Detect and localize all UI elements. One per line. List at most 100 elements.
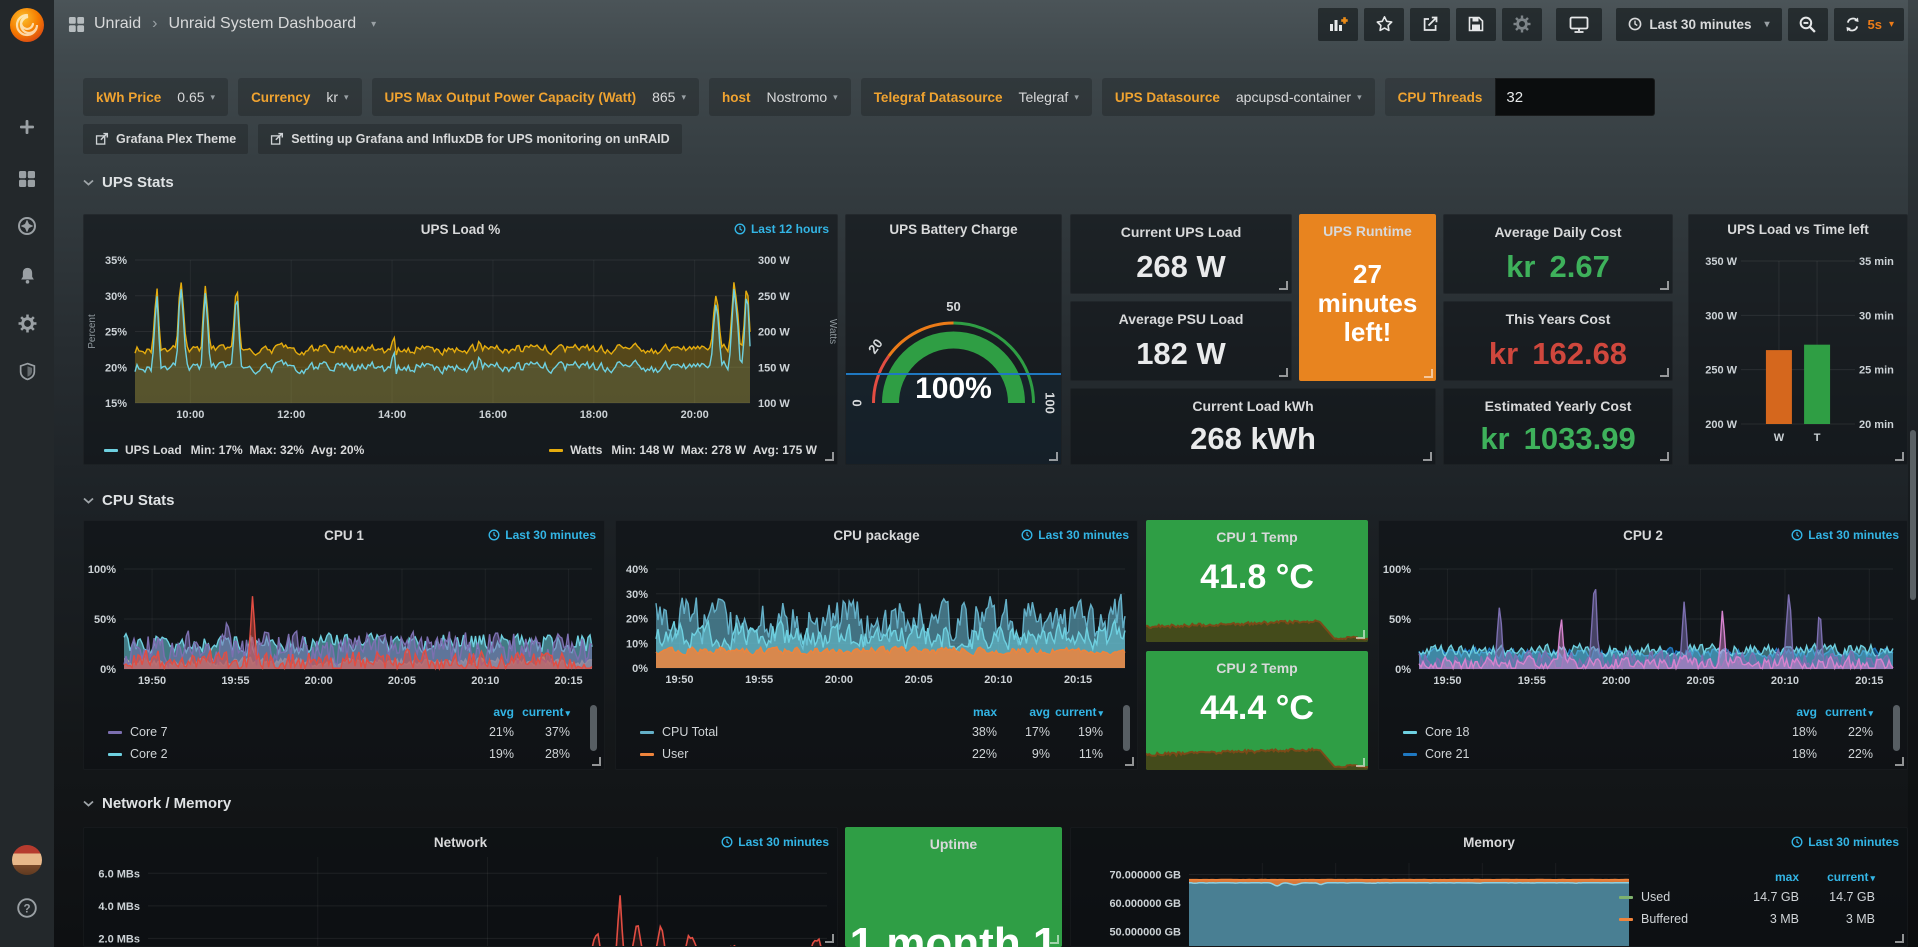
- series-name[interactable]: Core 18: [1425, 725, 1761, 739]
- save-dashboard-button[interactable]: [1456, 8, 1496, 41]
- panel-title[interactable]: CPU 1 Temp: [1146, 529, 1368, 545]
- legend-item-watts[interactable]: WattsMin: 148 W Max: 278 W Avg: 175 W: [549, 443, 817, 457]
- refresh-interval-label[interactable]: 5s: [1868, 17, 1882, 32]
- variable-value[interactable]: kr: [326, 89, 338, 105]
- panel-title[interactable]: Current Load kWh: [1071, 398, 1435, 414]
- section-network-memory[interactable]: Network / Memory: [83, 795, 231, 812]
- link-grafana-plex-theme[interactable]: Grafana Plex Theme: [83, 124, 248, 154]
- series-name[interactable]: Used: [1641, 890, 1723, 904]
- panel-time-override[interactable]: Last 30 minutes: [488, 528, 596, 542]
- zoom-out-button[interactable]: [1788, 8, 1828, 41]
- configuration-gear-icon[interactable]: [14, 310, 40, 336]
- legend-col-avg[interactable]: avg: [458, 705, 514, 719]
- variable-value[interactable]: Nostromo: [766, 89, 827, 105]
- share-dashboard-button[interactable]: [1410, 8, 1450, 41]
- legend-col-current[interactable]: current▾: [1050, 705, 1103, 719]
- panel-time-override[interactable]: Last 30 minutes: [721, 835, 829, 849]
- section-ups-stats[interactable]: UPS Stats: [83, 174, 174, 191]
- series-swatch[interactable]: [640, 731, 654, 734]
- panel-title[interactable]: UPS Load %: [84, 222, 837, 237]
- panel-time-override[interactable]: Last 30 minutes: [1791, 528, 1899, 542]
- panel-title[interactable]: Estimated Yearly Cost: [1444, 398, 1672, 414]
- series-name[interactable]: CPU Total: [662, 725, 944, 739]
- variable-telegraf-datasource[interactable]: Telegraf Datasource Telegraf: [861, 78, 1092, 116]
- legend-col-max[interactable]: max: [1723, 870, 1799, 884]
- dashboards-icon[interactable]: [14, 166, 40, 192]
- scrollbar-thumb[interactable]: [1910, 430, 1916, 600]
- legend-item-ups-load[interactable]: UPS LoadMin: 17% Max: 32% Avg: 20%: [104, 443, 364, 457]
- panel-title[interactable]: UPS Load vs Time left: [1689, 222, 1907, 237]
- panel-title[interactable]: Average Daily Cost: [1444, 224, 1672, 240]
- series-name[interactable]: User: [662, 747, 944, 761]
- variable-ups-datasource[interactable]: UPS Datasource apcupsd-container: [1102, 78, 1375, 116]
- series-name[interactable]: Core 7: [130, 725, 458, 739]
- ups-load-chart[interactable]: 10:0012:0014:0016:0018:0020:0035%30%25%2…: [84, 215, 837, 464]
- add-panel-button[interactable]: [1318, 8, 1358, 41]
- legend-scrollbar[interactable]: [590, 705, 597, 751]
- user-avatar[interactable]: [12, 845, 42, 875]
- variable-value[interactable]: 865: [652, 89, 675, 105]
- legend-scrollbar[interactable]: [1123, 705, 1130, 751]
- variable-host[interactable]: host Nostromo: [709, 78, 851, 116]
- legend-col-current[interactable]: current▾: [1799, 870, 1875, 884]
- grafana-logo-icon[interactable]: [10, 8, 44, 42]
- page-scrollbar[interactable]: [1908, 0, 1918, 947]
- legend-scrollbar[interactable]: [1893, 705, 1900, 751]
- series-swatch[interactable]: [108, 731, 122, 734]
- series-swatch[interactable]: [640, 753, 654, 756]
- series-swatch[interactable]: [1403, 731, 1417, 734]
- battery-gauge[interactable]: 02050100: [846, 243, 1061, 443]
- breadcrumb[interactable]: Unraid Unraid System Dashboard: [68, 15, 376, 33]
- legend-value: 38%: [944, 725, 997, 739]
- refresh-button[interactable]: 5s: [1834, 8, 1905, 41]
- panel-title[interactable]: CPU 2 Temp: [1146, 660, 1368, 676]
- panel-title[interactable]: Average PSU Load: [1071, 311, 1291, 327]
- variable-ups-max-output[interactable]: UPS Max Output Power Capacity (Watt) 865: [372, 78, 699, 116]
- panel-titlebar[interactable]: UPS Load % Last 12 hours: [84, 215, 837, 241]
- cpu-threads-input[interactable]: [1495, 78, 1655, 116]
- cycle-view-mode-button[interactable]: [1556, 8, 1602, 41]
- legend-col-current[interactable]: current▾: [1817, 705, 1873, 719]
- series-swatch[interactable]: [1403, 753, 1417, 756]
- time-range-picker[interactable]: Last 30 minutes: [1616, 8, 1781, 41]
- legend-col-avg[interactable]: avg: [997, 705, 1050, 719]
- variable-value[interactable]: apcupsd-container: [1236, 89, 1351, 105]
- link-ups-monitoring-guide[interactable]: Setting up Grafana and InfluxDB for UPS …: [258, 124, 681, 154]
- breadcrumb-dashboard-title[interactable]: Unraid System Dashboard: [168, 15, 356, 33]
- explore-compass-icon[interactable]: [14, 213, 40, 239]
- help-icon[interactable]: ?: [14, 895, 40, 921]
- breadcrumb-org[interactable]: Unraid: [94, 15, 141, 33]
- variable-value[interactable]: Telegraf: [1019, 89, 1069, 105]
- server-admin-shield-icon[interactable]: [14, 358, 40, 384]
- panel-time-override[interactable]: Last 30 minutes: [1021, 528, 1129, 542]
- svg-text:14:00: 14:00: [378, 409, 406, 421]
- series-name[interactable]: Buffered: [1641, 912, 1723, 926]
- panel-title[interactable]: UPS Runtime: [1299, 223, 1436, 239]
- star-dashboard-button[interactable]: [1364, 8, 1404, 41]
- panel-title[interactable]: UPS Battery Charge: [846, 222, 1061, 237]
- legend-col-avg[interactable]: avg: [1761, 705, 1817, 719]
- panel-time-override[interactable]: Last 30 minutes: [1791, 835, 1899, 849]
- panel-time-override[interactable]: Last 12 hours: [734, 222, 829, 236]
- panel-title[interactable]: Memory: [1071, 835, 1907, 850]
- series-swatch[interactable]: [1619, 918, 1633, 921]
- legend-col-max[interactable]: max: [944, 705, 997, 719]
- variable-kwh-price[interactable]: kWh Price 0.65: [83, 78, 228, 116]
- dashboard-settings-button[interactable]: [1502, 8, 1542, 41]
- panel-ups-load: UPS Load % Last 12 hours 10:0012:0014:00…: [83, 214, 838, 465]
- clock-icon: [488, 529, 500, 541]
- panel-title[interactable]: Current UPS Load: [1071, 224, 1291, 240]
- variable-currency[interactable]: Currency kr: [238, 78, 361, 116]
- create-plus-icon[interactable]: [14, 114, 40, 140]
- section-cpu-stats[interactable]: CPU Stats: [83, 492, 175, 509]
- ups-load-vs-time-chart[interactable]: 350 W35 min300 W30 min250 W25 min200 W20…: [1689, 215, 1907, 464]
- alerting-bell-icon[interactable]: [14, 262, 40, 288]
- series-name[interactable]: Core 21: [1425, 747, 1761, 761]
- series-swatch[interactable]: [1619, 896, 1633, 899]
- panel-title[interactable]: Uptime: [845, 836, 1062, 852]
- variable-value[interactable]: 0.65: [177, 89, 204, 105]
- series-swatch[interactable]: [108, 753, 122, 756]
- legend-col-current[interactable]: current▾: [514, 705, 570, 719]
- panel-title[interactable]: This Years Cost: [1444, 311, 1672, 327]
- series-name[interactable]: Core 2: [130, 747, 458, 761]
